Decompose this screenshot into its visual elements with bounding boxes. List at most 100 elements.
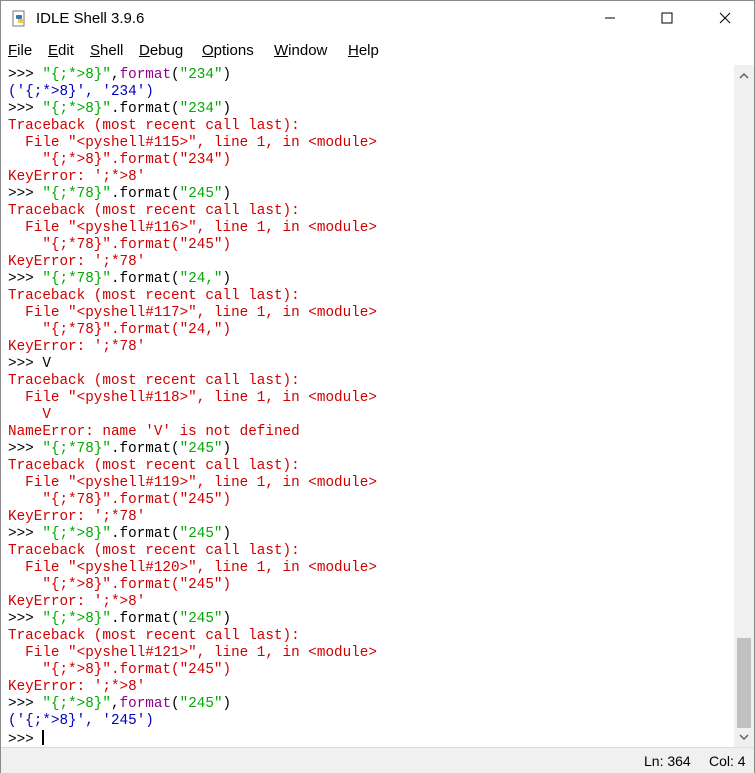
shell-text-segment: , [110, 67, 120, 83]
shell-text-segment: "{;*>8}" [42, 67, 111, 83]
menu-accelerator-letter: F [8, 42, 18, 59]
idle-shell-window: IDLE Shell 3.9.6 File Edit Shell Debug O… [0, 0, 755, 773]
shell-line: "{;*78}".format("24,") [8, 322, 231, 339]
menu-accelerator-letter: E [48, 42, 59, 59]
shell-line: File "<pyshell#118>", line 1, in <module… [8, 390, 377, 407]
title-bar[interactable]: IDLE Shell 3.9.6 [1, 1, 754, 38]
menu-debug[interactable]: Debug [139, 42, 183, 59]
menu-accelerator-letter: H [348, 42, 359, 59]
close-icon [719, 11, 731, 29]
shell-text-segment: "245" [179, 441, 223, 457]
shell-text-segment: format [119, 67, 172, 83]
shell-line: Traceback (most recent call last): [8, 373, 300, 390]
shell-line: Traceback (most recent call last): [8, 543, 300, 560]
shell-text-segment: File "<pyshell#118>", line 1, in <module… [8, 390, 377, 406]
shell-line: V [8, 407, 51, 424]
menu-help[interactable]: Help [348, 42, 379, 59]
shell-text-segment: ) [222, 611, 232, 627]
menu-window[interactable]: Window [274, 42, 327, 59]
shell-text-segment: >>> [8, 67, 43, 83]
shell-line: NameError: name 'V' is not defined [8, 424, 300, 441]
shell-text-segment: NameError: name 'V' is not defined [8, 424, 300, 440]
close-button[interactable] [696, 1, 754, 38]
shell-text-segment: File "<pyshell#116>", line 1, in <module… [8, 220, 377, 236]
shell-text-segment: "{;*78}" [42, 441, 111, 457]
shell-text-segment: "{;*78}".format("245") [8, 237, 232, 253]
shell-text-segment: "{;*>8}" [42, 611, 111, 627]
shell-text-segment: >>> [8, 441, 43, 457]
shell-text-segment: "245" [179, 696, 223, 712]
shell-text-segment: "{;*>8}".format("245") [8, 662, 232, 678]
shell-text-segment: File "<pyshell#115>", line 1, in <module… [8, 135, 377, 151]
shell-line: "{;*>8}".format("234") [8, 152, 231, 169]
shell-text-segment: ) [222, 441, 232, 457]
text-cursor [42, 730, 44, 745]
scroll-up-arrow[interactable] [734, 67, 754, 84]
menu-options[interactable]: Options [202, 42, 254, 59]
shell-text-segment: "245" [179, 186, 223, 202]
shell-text-segment: "245" [179, 526, 223, 542]
shell-text-area[interactable]: >>> "{;*>8}",format ( "234") ('{;*>8}', '23… [1, 65, 734, 747]
menu-accelerator-letter: O [202, 42, 214, 59]
shell-text-segment: File "<pyshell#120>", line 1, in <module… [8, 560, 377, 576]
shell-line: ('{;*>8}', '245') [8, 713, 154, 730]
shell-text-segment: ( [171, 696, 180, 712]
maximize-icon [661, 11, 673, 29]
shell-text-segment: "{;*78}".format("245") [8, 492, 232, 508]
shell-line: Traceback (most recent call last): [8, 118, 300, 135]
shell-line: KeyError: ';*78' [8, 509, 145, 526]
shell-text-segment: KeyError: ';*78' [8, 254, 146, 270]
shell-text-segment: KeyError: ';*>8' [8, 594, 146, 610]
shell-text-segment: V [8, 407, 51, 423]
shell-text-segment: "{;*>8}" [42, 101, 111, 117]
shell-text-segment: File "<pyshell#117>", line 1, in <module… [8, 305, 377, 321]
shell-line: Traceback (most recent call last): [8, 458, 300, 475]
shell-text-segment: ('{;*>8}', '234') [8, 84, 154, 100]
shell-text-segment: "{;*>8}".format("234") [8, 152, 232, 168]
shell-text-segment: "{;*>8}".format("245") [8, 577, 232, 593]
shell-line: KeyError: ';*>8' [8, 594, 145, 611]
shell-line: KeyError: ';*>8' [8, 169, 145, 186]
shell-line: File "<pyshell#119>", line 1, in <module… [8, 475, 377, 492]
shell-line: File "<pyshell#117>", line 1, in <module… [8, 305, 377, 322]
column-number: Col: 4 [709, 753, 746, 769]
shell-text-segment: .format( [110, 101, 180, 117]
line-number: Ln: 364 [644, 753, 691, 769]
minimize-icon [604, 11, 616, 29]
chevron-up-icon [739, 67, 749, 85]
shell-text-segment: "{;*>8}" [42, 526, 111, 542]
shell-text-segment: KeyError: ';*78' [8, 339, 146, 355]
shell-text-segment: "234" [179, 67, 223, 83]
shell-text-segment: ) [222, 186, 232, 202]
menu-shell[interactable]: Shell [90, 42, 123, 59]
shell-text-segment: ) [222, 271, 232, 287]
shell-text-segment: KeyError: ';*>8' [8, 679, 146, 695]
shell-text-segment: "{;*78}" [42, 186, 111, 202]
menu-edit[interactable]: Edit [48, 42, 74, 59]
shell-text-segment: Traceback (most recent call last): [8, 458, 300, 474]
shell-line: >>> [8, 730, 44, 747]
shell-text-segment: "{;*>8}" [42, 696, 111, 712]
menu-file[interactable]: File [8, 42, 32, 59]
shell-text-segment: ('{;*>8}', '245') [8, 713, 154, 729]
scrollbar-thumb[interactable] [737, 638, 751, 728]
shell-text-segment: Traceback (most recent call last): [8, 118, 300, 134]
shell-line: Traceback (most recent call last): [8, 203, 300, 220]
shell-text-segment: File "<pyshell#119>", line 1, in <module… [8, 475, 377, 491]
shell-text-segment: "245" [179, 611, 223, 627]
shell-text-segment: KeyError: ';*>8' [8, 169, 146, 185]
python-idle-icon [11, 10, 29, 28]
menu-accelerator-letter: S [90, 42, 101, 59]
maximize-button[interactable] [638, 1, 696, 38]
scroll-down-arrow[interactable] [734, 728, 754, 745]
shell-line: Traceback (most recent call last): [8, 628, 300, 645]
shell-text-segment: >>> [8, 101, 43, 117]
minimize-button[interactable] [581, 1, 639, 38]
shell-text-segment: ) [222, 67, 232, 83]
shell-text-segment: ) [222, 526, 232, 542]
shell-line: KeyError: ';*>8' [8, 679, 145, 696]
shell-line: KeyError: ';*78' [8, 339, 145, 356]
menu-accelerator-letter: D [139, 42, 150, 59]
shell-text-segment: KeyError: ';*78' [8, 509, 146, 525]
vertical-scrollbar[interactable] [734, 65, 754, 747]
